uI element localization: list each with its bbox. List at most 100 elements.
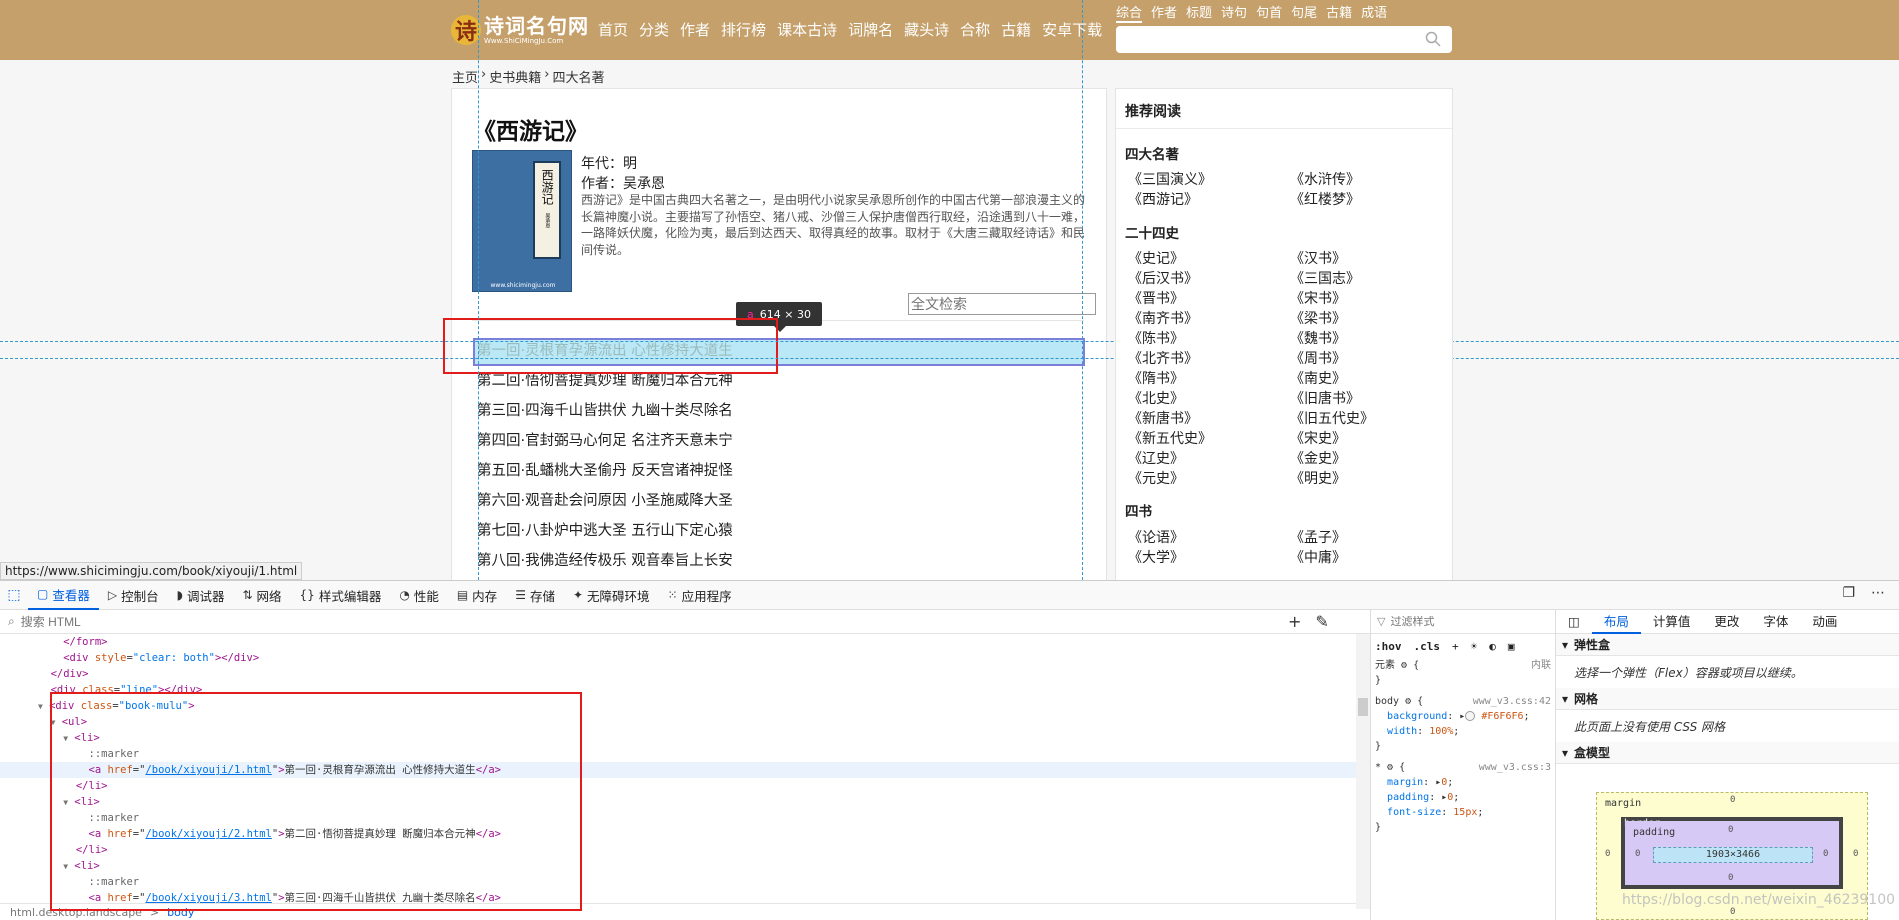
padding-right-value[interactable]: 0 xyxy=(1823,849,1828,859)
color-swatch[interactable] xyxy=(1465,711,1476,721)
sidebar-book-link[interactable]: 《梁书》 xyxy=(1290,309,1452,329)
sidebar-book-link[interactable]: 《明史》 xyxy=(1290,469,1452,489)
grid-section-header[interactable]: ▾ 网格 xyxy=(1556,688,1899,710)
site-logo[interactable]: 诗 诗词名句网 Www.ShiCiMingJu.Com xyxy=(451,10,591,50)
tab-animations[interactable]: 动画 xyxy=(1800,610,1849,634)
tab-storage[interactable]: ☰ 存储 xyxy=(506,581,564,610)
tab-performance[interactable]: ◔ 性能 xyxy=(390,581,448,610)
search-tab-verse[interactable]: 诗句 xyxy=(1221,2,1247,23)
padding-left-value[interactable]: 0 xyxy=(1635,849,1640,859)
light-mode-icon[interactable]: ☀ xyxy=(1471,640,1478,653)
markup-scrollbar[interactable] xyxy=(1356,634,1370,909)
css-declaration[interactable]: padding: ▸0; xyxy=(1375,790,1555,805)
nav-author[interactable]: 作者 xyxy=(680,19,710,40)
add-node-icon[interactable]: + xyxy=(1288,612,1301,631)
sidebar-book-link[interactable]: 《晋书》 xyxy=(1128,289,1290,309)
sidebar-book-link[interactable]: 《新五代史》 xyxy=(1128,429,1290,449)
hov-toggle[interactable]: :hov xyxy=(1375,640,1402,653)
tab-layout[interactable]: 布局 xyxy=(1591,610,1641,634)
rule-source[interactable]: www_v3.css:3 xyxy=(1479,760,1551,775)
sidebar-book-link[interactable]: 《旧唐书》 xyxy=(1290,389,1452,409)
sidebar-book-link[interactable]: 《辽史》 xyxy=(1128,449,1290,469)
add-rule-icon[interactable]: + xyxy=(1452,640,1459,653)
sidebar-book-link[interactable]: 《南史》 xyxy=(1290,369,1452,389)
dark-mode-icon[interactable]: ◐ xyxy=(1489,640,1496,653)
margin-right-value[interactable]: 0 xyxy=(1853,849,1858,859)
rule-source[interactable]: www_v3.css:42 xyxy=(1473,694,1551,709)
tab-fonts[interactable]: 字体 xyxy=(1751,610,1800,634)
sidebar-book-link[interactable]: 《新唐书》 xyxy=(1128,409,1290,429)
css-declaration[interactable]: margin: ▸0; xyxy=(1375,775,1555,790)
eyedropper-icon[interactable]: ✎ xyxy=(1315,612,1328,631)
sidebar-book-link[interactable]: 《隋书》 xyxy=(1128,369,1290,389)
fulltext-search-input[interactable] xyxy=(908,293,1096,315)
css-declaration[interactable]: font-size: 15px; xyxy=(1375,805,1555,820)
sidebar-book-link[interactable]: 《元史》 xyxy=(1128,469,1290,489)
breadcrumb-four-classics[interactable]: 四大名著 xyxy=(552,67,604,86)
padding-bottom-value[interactable]: 0 xyxy=(1728,873,1733,883)
sidebar-book-link[interactable]: 《论语》 xyxy=(1128,528,1290,548)
tab-debugger[interactable]: ◗ 调试器 xyxy=(168,581,234,610)
sidebar-book-link[interactable]: 《孟子》 xyxy=(1290,528,1452,548)
style-filter-input[interactable] xyxy=(1390,615,1531,628)
dock-icon[interactable]: ❐ xyxy=(1842,585,1855,601)
sidebar-book-link[interactable]: 《三国演义》 xyxy=(1128,170,1290,190)
search-tab-idiom[interactable]: 成语 xyxy=(1361,2,1387,23)
chapter-link[interactable]: 第八回·我佛造经传极乐 观音奉旨上长安 xyxy=(477,546,733,576)
content-size[interactable]: 1903×3466 xyxy=(1653,847,1813,863)
nav-joint-names[interactable]: 合称 xyxy=(960,19,990,40)
nav-ancient-books[interactable]: 古籍 xyxy=(1001,19,1031,40)
code-line[interactable]: </form> xyxy=(0,634,1356,650)
tab-changes[interactable]: 更改 xyxy=(1702,610,1751,634)
html-search-input[interactable] xyxy=(20,614,521,629)
sidebar-book-link[interactable]: 《北史》 xyxy=(1128,389,1290,409)
sidebar-toggle-icon[interactable]: ◫ xyxy=(1556,610,1592,634)
css-declaration[interactable]: background: ▸ #F6F6F6; xyxy=(1375,709,1555,724)
nav-ranking[interactable]: 排行榜 xyxy=(721,19,766,40)
tab-application[interactable]: ⁙ 应用程序 xyxy=(659,581,741,610)
sidebar-book-link[interactable]: 《中庸》 xyxy=(1290,548,1452,568)
element-picker-icon[interactable]: ⬚ xyxy=(0,581,28,609)
tab-console[interactable]: ▷ 控制台 xyxy=(99,581,168,610)
sidebar-book-link[interactable]: 《红楼梦》 xyxy=(1290,190,1452,210)
nav-category[interactable]: 分类 xyxy=(639,19,669,40)
chapter-link[interactable]: 第五回·乱蟠桃大圣偷丹 反天宫诸神捉怪 xyxy=(477,456,733,486)
search-tab-title[interactable]: 标题 xyxy=(1186,2,1212,23)
sidebar-book-link[interactable]: 《史记》 xyxy=(1128,249,1290,269)
more-icon[interactable]: ⋯ xyxy=(1871,585,1885,601)
nav-acrostic[interactable]: 藏头诗 xyxy=(904,19,949,40)
padding-top-value[interactable]: 0 xyxy=(1728,825,1733,835)
sidebar-book-link[interactable]: 《北齐书》 xyxy=(1128,349,1290,369)
flexbox-section-header[interactable]: ▾ 弹性盒 xyxy=(1556,634,1899,656)
search-tab-tail[interactable]: 句尾 xyxy=(1291,2,1317,23)
chapter-link[interactable]: 第七回·八卦炉中逃大圣 五行山下定心猿 xyxy=(477,516,733,546)
tab-network[interactable]: ⇅ 网络 xyxy=(233,581,290,610)
print-icon[interactable]: ▣ xyxy=(1508,640,1515,653)
search-tab-books[interactable]: 古籍 xyxy=(1326,2,1352,23)
tab-computed[interactable]: 计算值 xyxy=(1641,610,1703,634)
rule-selector[interactable]: * xyxy=(1375,762,1381,773)
tab-inspector[interactable]: ▢ 查看器 xyxy=(28,581,99,610)
nav-android-download[interactable]: 安卓下载 xyxy=(1042,19,1102,40)
tab-memory[interactable]: ▤ 内存 xyxy=(448,581,506,610)
rule-selector[interactable]: body xyxy=(1375,696,1399,707)
breadcrumb-home[interactable]: 主页 xyxy=(452,67,478,86)
sidebar-book-link[interactable]: 《宋史》 xyxy=(1290,429,1452,449)
css-declaration[interactable]: width: 100%; xyxy=(1375,724,1555,739)
scrollbar-thumb[interactable] xyxy=(1358,698,1368,716)
margin-top-value[interactable]: 0 xyxy=(1730,795,1735,805)
margin-left-value[interactable]: 0 xyxy=(1605,849,1610,859)
box-model-section-header[interactable]: ▾ 盒模型 xyxy=(1556,742,1899,764)
tab-accessibility[interactable]: ✦ 无障碍环境 xyxy=(564,581,659,610)
sidebar-book-link[interactable]: 《周书》 xyxy=(1290,349,1452,369)
sidebar-book-link[interactable]: 《旧五代史》 xyxy=(1290,409,1452,429)
sidebar-book-link[interactable]: 《三国志》 xyxy=(1290,269,1452,289)
code-line[interactable]: <div style="clear: both"></div> xyxy=(0,650,1356,666)
tab-style-editor[interactable]: {} 样式编辑器 xyxy=(291,581,391,610)
chapter-link[interactable]: 第四回·官封弼马心何足 名注齐天意未宁 xyxy=(477,426,733,456)
sidebar-book-link[interactable]: 《金史》 xyxy=(1290,449,1452,469)
nav-home[interactable]: 首页 xyxy=(598,19,628,40)
chapter-link[interactable]: 第六回·观音赴会问原因 小圣施威降大圣 xyxy=(477,486,733,516)
sidebar-book-link[interactable]: 《大学》 xyxy=(1128,548,1290,568)
sidebar-book-link[interactable]: 《汉书》 xyxy=(1290,249,1452,269)
